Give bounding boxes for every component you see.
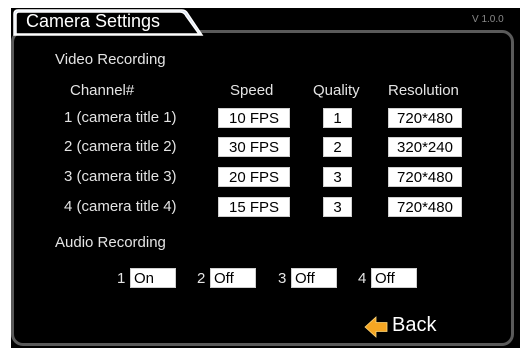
resolution-field-1[interactable]: 720*480 — [388, 108, 462, 128]
speed-field-4[interactable]: 15 FPS — [218, 197, 290, 217]
quality-field-2[interactable]: 2 — [323, 137, 352, 157]
audio-recording-heading: Audio Recording — [55, 234, 166, 251]
audio-field-4[interactable]: Off — [371, 268, 417, 288]
column-header-speed: Speed — [230, 82, 274, 99]
speed-field-3[interactable]: 20 FPS — [218, 167, 290, 187]
arrow-left-icon — [364, 316, 388, 338]
video-recording-heading: Video Recording — [55, 51, 166, 68]
resolution-field-3[interactable]: 720*480 — [388, 167, 462, 187]
page-title: Camera Settings — [26, 11, 161, 31]
channel-label-3: 3 (camera title 3) — [64, 168, 177, 185]
quality-field-4[interactable]: 3 — [323, 197, 352, 217]
title-tab: Camera Settings — [12, 9, 204, 36]
audio-field-3[interactable]: Off — [291, 268, 337, 288]
audio-channel-number-3: 3 — [278, 270, 287, 287]
quality-field-3[interactable]: 3 — [323, 167, 352, 187]
audio-channel-number-1: 1 — [117, 270, 126, 287]
column-header-resolution: Resolution — [388, 82, 459, 99]
column-header-channel: Channel# — [70, 82, 135, 99]
channel-label-4: 4 (camera title 4) — [64, 198, 177, 215]
speed-field-1[interactable]: 10 FPS — [218, 108, 290, 128]
audio-channel-number-4: 4 — [358, 270, 367, 287]
resolution-field-4[interactable]: 720*480 — [388, 197, 462, 217]
channel-label-2: 2 (camera title 2) — [64, 138, 177, 155]
audio-channel-number-2: 2 — [197, 270, 206, 287]
audio-field-2[interactable]: Off — [210, 268, 256, 288]
back-label: Back — [392, 314, 437, 336]
settings-panel — [11, 30, 514, 346]
version-label: V 1.0.0 — [472, 14, 504, 25]
speed-field-2[interactable]: 30 FPS — [218, 137, 290, 157]
channel-label-1: 1 (camera title 1) — [64, 109, 177, 126]
column-header-quality: Quality — [313, 82, 360, 99]
quality-field-1[interactable]: 1 — [323, 108, 352, 128]
audio-field-1[interactable]: On — [130, 268, 176, 288]
resolution-field-2[interactable]: 320*240 — [388, 137, 462, 157]
